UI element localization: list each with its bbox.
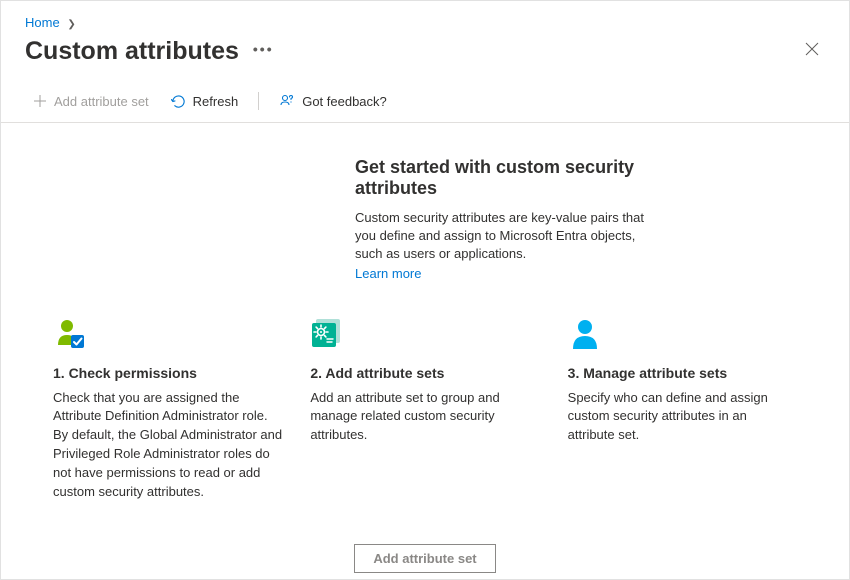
intro-body: Custom security attributes are key-value… [355, 209, 655, 264]
intro-section: Get started with custom security attribu… [195, 157, 655, 281]
toolbar: Add attribute set Refresh Got feedback? [1, 80, 849, 123]
feedback-label: Got feedback? [302, 94, 387, 109]
add-attribute-set-label: Add attribute set [54, 94, 149, 109]
chevron-right-icon: ❯ [67, 19, 75, 30]
page-header: Custom attributes ••• [1, 36, 849, 80]
plus-icon [33, 94, 47, 108]
breadcrumb-home-link[interactable]: Home [25, 15, 60, 30]
close-button[interactable] [799, 36, 825, 66]
step-3: 3. Manage attribute sets Specify who can… [568, 317, 797, 502]
step-1: 1. Check permissions Check that you are … [53, 317, 282, 502]
refresh-button[interactable]: Refresh [163, 90, 247, 113]
close-icon [805, 42, 819, 56]
steps-row: 1. Check permissions Check that you are … [41, 317, 809, 502]
more-actions-icon[interactable]: ••• [253, 41, 274, 57]
feedback-icon [279, 93, 295, 109]
feedback-button[interactable]: Got feedback? [271, 89, 395, 113]
main-content: Get started with custom security attribu… [1, 123, 849, 573]
refresh-label: Refresh [193, 94, 239, 109]
check-permissions-icon [53, 317, 282, 355]
breadcrumb: Home ❯ [1, 1, 849, 36]
add-attribute-set-button[interactable]: Add attribute set [25, 90, 157, 113]
add-attribute-sets-icon [310, 317, 539, 355]
intro-heading: Get started with custom security attribu… [355, 157, 655, 199]
page-title-wrap: Custom attributes ••• [25, 37, 274, 66]
step-1-body: Check that you are assigned the Attribut… [53, 389, 282, 502]
refresh-icon [171, 94, 186, 109]
step-3-body: Specify who can define and assign custom… [568, 389, 797, 446]
page-title: Custom attributes [25, 37, 239, 66]
toolbar-separator [258, 92, 259, 110]
learn-more-link[interactable]: Learn more [355, 266, 421, 281]
step-3-title: 3. Manage attribute sets [568, 365, 797, 381]
add-attribute-set-cta-button[interactable]: Add attribute set [354, 544, 495, 573]
step-2: 2. Add attribute sets Add an attribute s… [310, 317, 539, 502]
manage-attribute-sets-icon [568, 317, 797, 355]
step-2-body: Add an attribute set to group and manage… [310, 389, 539, 446]
cta-row: Add attribute set [41, 544, 809, 573]
step-2-title: 2. Add attribute sets [310, 365, 539, 381]
step-1-title: 1. Check permissions [53, 365, 282, 381]
